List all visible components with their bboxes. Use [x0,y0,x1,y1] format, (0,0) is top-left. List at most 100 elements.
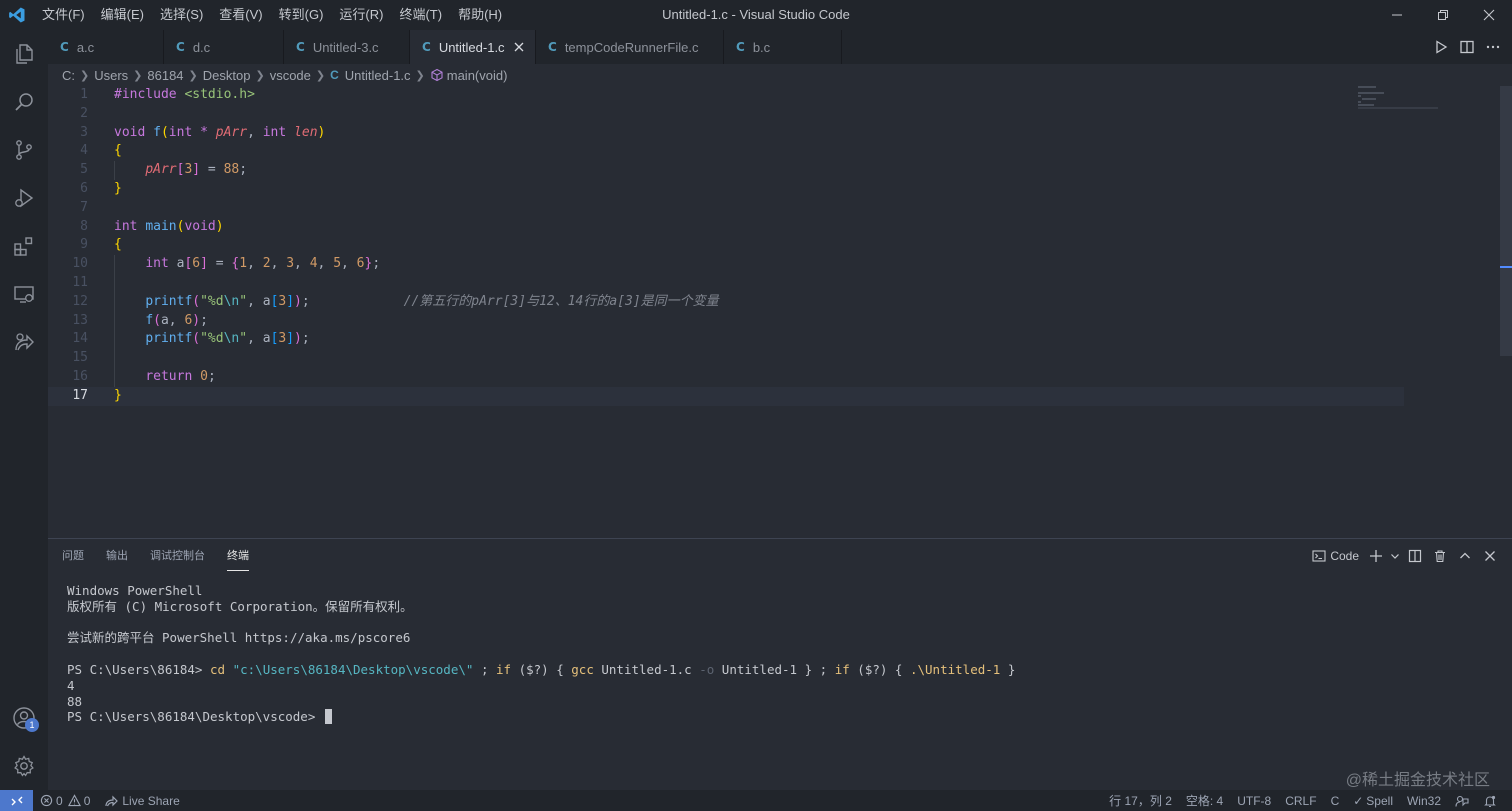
search-button[interactable] [0,78,48,126]
chevron-right-icon: ❯ [415,69,425,82]
code-editor[interactable]: 1 #include <stdio.h> 2 3 void f(int * pArr… [48,86,1512,538]
scrollbar-cursor-marker [1500,266,1512,268]
cmd-cd: cd [210,661,226,677]
terminal-command-line: PS C:\Users\86184> cd "c:\Users\86184\De… [67,662,1487,678]
c-file-icon: C [176,40,185,54]
split-terminal-button[interactable] [1402,543,1427,569]
new-terminal-button[interactable] [1363,543,1388,569]
feedback-button[interactable] [1448,790,1476,811]
breadcrumb-symbol[interactable]: main(void) [447,68,508,83]
accounts-button[interactable]: 1 [0,694,48,742]
vscode-logo-icon[interactable] [0,0,34,30]
line-number: 5 [80,162,88,178]
indentation[interactable]: 空格: 4 [1179,790,1230,811]
explorer-button[interactable] [0,30,48,78]
remote-explorer-icon [14,286,34,303]
tab-problems[interactable]: 问题 [62,539,84,573]
breadcrumb-desktop[interactable]: Desktop [203,68,251,83]
end-of-line[interactable]: CRLF [1278,790,1323,811]
menu-bar: 文件(F) 编辑(E) 选择(S) 查看(V) 转到(G) 运行(R) 终端(T… [34,0,510,30]
kill-terminal-button[interactable] [1427,543,1452,569]
remote-indicator-button[interactable] [0,790,33,811]
panel-actions: Code [1308,539,1502,573]
problems-indicator[interactable]: 0 0 [33,790,97,811]
tab-tempcoderunnerfile[interactable]: C tempCodeRunnerFile.c [536,30,724,64]
remote-explorer-button[interactable] [0,270,48,318]
restore-button[interactable] [1420,0,1466,30]
language-mode[interactable]: C [1324,790,1347,811]
menu-view[interactable]: 查看(V) [211,0,270,30]
extensions-button[interactable] [0,222,48,270]
platform[interactable]: Win32 [1400,790,1448,811]
terminal-dropdown-button[interactable] [1388,543,1402,569]
menu-file[interactable]: 文件(F) [34,0,93,30]
code-line-current: 17} [48,386,1404,406]
encoding[interactable]: UTF-8 [1230,790,1278,811]
tab-label: Untitled-3.c [312,39,379,55]
tab-untitled-3[interactable]: C Untitled-3.c [284,30,410,64]
terminal-line: 4 [67,677,75,693]
chevron-down-icon [1391,554,1399,559]
editor-tab-bar: C a.c C d.c C Untitled-3.c C Untitled-1.… [48,30,1512,64]
code-line: 12 printf("%d\n", a[3]); //第五行的pArr[3]与1… [48,292,1404,312]
breadcrumb-file[interactable]: Untitled-1.c [345,68,411,83]
live-share-button[interactable]: Live Share [97,790,186,811]
tab-b-c[interactable]: C b.c [724,30,842,64]
menu-run[interactable]: 运行(R) [331,0,391,30]
menu-help[interactable]: 帮助(H) [450,0,510,30]
terminal-selector[interactable]: Code [1308,543,1363,569]
maximize-panel-button[interactable] [1452,543,1477,569]
tab-label: tempCodeRunnerFile.c [564,39,699,55]
breadcrumb-vscode[interactable]: vscode [270,68,311,83]
code-line: 16 return 0; [48,367,1404,387]
code-line: 14 printf("%d\n", a[3]); [48,330,1404,350]
menu-terminal[interactable]: 终端(T) [391,0,450,30]
code-line: 9{ [48,236,1404,255]
tab-output[interactable]: 输出 [106,539,128,573]
tab-close-button[interactable] [513,40,525,54]
live-share-activity-button[interactable] [0,318,48,366]
bottom-panel: 问题 输出 调试控制台 终端 Code Windows PowerShell 版… [48,538,1512,790]
tab-untitled-1[interactable]: C Untitled-1.c [410,30,536,64]
breadcrumb-users[interactable]: Users [94,68,128,83]
breadcrumb-drive[interactable]: C: [62,68,75,83]
cursor-position[interactable]: 行 17，列 2 [1102,790,1179,811]
terminal-output[interactable]: Windows PowerShell 版权所有 (C) Microsoft Co… [67,583,1487,725]
menu-go[interactable]: 转到(G) [271,0,332,30]
close-window-button[interactable] [1466,0,1512,30]
spell-checker[interactable]: ✓ Spell [1346,790,1400,811]
line-number: 2 [80,105,88,121]
tab-a-c[interactable]: C a.c [48,30,164,64]
tab-d-c[interactable]: C d.c [164,30,284,64]
editor-scrollbar[interactable] [1500,86,1512,356]
gear-icon [14,755,34,777]
code-line: 6} [48,180,1404,199]
terminal-name: Code [1330,549,1359,563]
code-line: 8 int main(void) [48,218,1404,237]
run-code-button[interactable] [1428,34,1454,60]
minimap[interactable] [1358,86,1448,116]
menu-edit[interactable]: 编辑(E) [93,0,152,30]
tab-label: d.c [192,39,211,55]
breadcrumb-user[interactable]: 86184 [147,68,183,83]
cmd-cond: ($?) { [849,661,910,677]
tab-debug-console[interactable]: 调试控制台 [150,539,205,573]
remote-icon [11,796,22,805]
notifications-button[interactable] [1476,790,1504,811]
manage-button[interactable] [0,742,48,790]
error-count: 0 [56,793,63,808]
source-control-button[interactable] [0,126,48,174]
terminal-prompt: PS C:\Users\86184\Desktop\vscode> [67,709,323,725]
close-panel-button[interactable] [1477,543,1502,569]
cmd-run: .\Untitled-1 [909,661,1001,677]
tab-label: b.c [752,39,771,55]
minimize-button[interactable] [1374,0,1420,30]
tab-terminal[interactable]: 终端 [227,539,249,573]
split-editor-button[interactable] [1454,34,1480,60]
run-debug-button[interactable] [0,174,48,222]
more-actions-button[interactable] [1480,34,1506,60]
menu-selection[interactable]: 选择(S) [152,0,211,30]
activity-bar-bottom: 1 [0,694,48,790]
code-line: 10 int a[6] = {1, 2, 3, 4, 5, 6}; [48,255,1404,274]
